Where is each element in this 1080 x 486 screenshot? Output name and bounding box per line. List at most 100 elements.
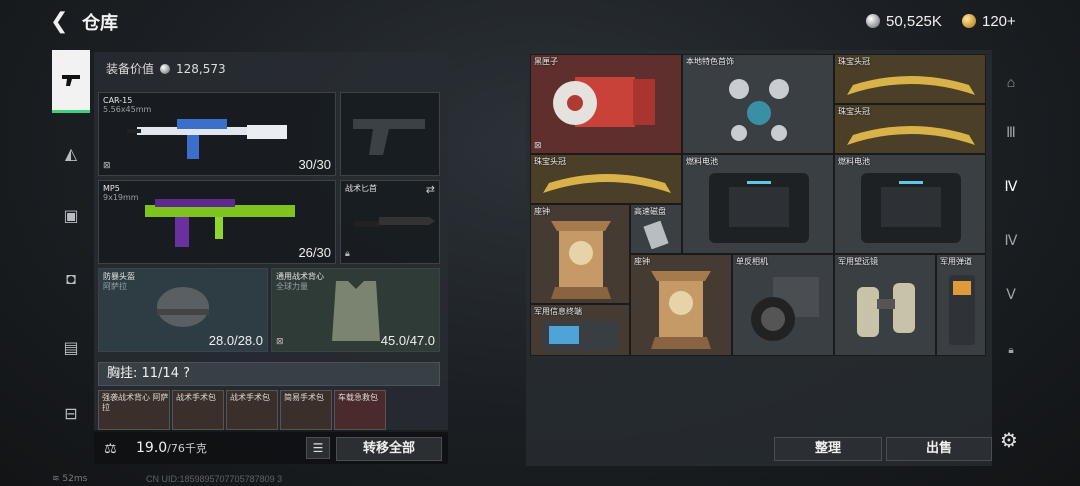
tab-armor[interactable]: ◭ [52,124,90,184]
item-desk-clock[interactable]: 座钟 [530,204,630,304]
silver-coin-icon [160,63,171,74]
item-military-ballistics[interactable]: 军用弹道 [936,254,986,356]
transfer-all-button[interactable]: 转移全部 [336,437,442,461]
ammo-count: 30/30 [298,157,331,172]
fuel-cell-image [709,173,809,243]
durability: 45.0/47.0 [380,333,435,348]
chest-item[interactable]: 战术手术包 [226,390,278,430]
tab-stash-5[interactable]: Ⅴ [994,272,1028,316]
black-box-image [553,77,655,127]
item-jewel-crown[interactable]: 珠宝头冠 [530,154,682,204]
chest-item-label: 强袭战术背心 阿萨拉 [102,393,169,412]
item-black-box[interactable]: 黑匣子 ⊠ [530,54,682,154]
melee-name: 战术匕首 [345,184,377,193]
tab-stash-4b[interactable]: Ⅳ [994,218,1028,262]
swap-icon[interactable]: ⇄ [426,183,435,196]
left-category-tabs: ◭ ▣ ◘ ▤ ⊟ [52,50,92,423]
tab-case[interactable]: ⊟ [52,384,90,444]
item-military-terminal[interactable]: 军用信息终端 [530,304,630,356]
item-fuel-cell[interactable]: 燃料电池 [682,154,834,254]
lock-icon: 🔒︎ [1008,344,1014,356]
item-local-jewelry[interactable]: 本地特色首饰 [682,54,834,154]
tab-pouch[interactable]: ▤ [52,318,90,378]
gold-currency[interactable]: 120+ [962,10,1016,32]
item-label: 单反相机 [736,257,768,266]
insured-icon: ⊠ [276,336,284,346]
case-icon: ⊟ [64,406,78,423]
crown-image [847,76,975,95]
chest-item[interactable]: 战术手术包 [172,390,224,430]
sell-button[interactable]: 出售 [886,437,992,461]
tab-stash-3[interactable]: Ⅲ [994,110,1028,154]
silver-currency: 50,525K [866,10,942,32]
helmet-image [157,287,209,327]
chest-item-label: 战术手术包 [176,393,216,402]
melee-slot[interactable]: 战术匕首 ⇄ 🔒︎ [340,180,440,264]
helmet-slot[interactable]: 防暴头盔 阿萨拉 28.0/28.0 [98,268,268,352]
armor-slot[interactable]: 通用战术背心 全球力量 ⊠ 45.0/47.0 [271,268,440,352]
user-uid: CN UID:1859895707705787809 3 [146,474,283,484]
necklace-image [729,79,789,141]
equip-value: 装备价值 128,573 [106,60,226,77]
clock-image [651,271,711,349]
armor-origin: 全球力量 [276,282,308,291]
tab-stash-home[interactable]: ⌂ [994,60,1028,104]
arch-icon: ⌂ [1006,74,1016,90]
item-dslr-camera[interactable]: 单反相机 [732,254,834,356]
item-label: 军用望远镜 [838,257,878,266]
vest-icon: ◭ [64,146,78,163]
chest-item[interactable]: 车载急救包 [334,390,386,430]
item-label: 珠宝头冠 [534,157,566,166]
list-icon: ☰ [312,441,324,455]
vest-image [332,281,380,341]
item-high-speed-disk[interactable]: 高速磁盘 [630,204,682,254]
backpack-icon: ◘ [66,271,76,288]
item-fuel-cell[interactable]: 燃料电池 [834,154,986,254]
wifi-icon: ≋ [52,474,63,484]
weight-display: 19.0/76千克 [136,440,207,456]
pistol-icon [62,75,80,86]
item-jewel-crown[interactable]: 珠宝头冠 [834,104,986,154]
tab-weapons[interactable] [52,50,90,113]
tab-stash-4[interactable]: Ⅳ [994,164,1028,208]
tab-backpack[interactable]: ◘ [52,250,90,310]
primary-weapon-slot-2[interactable]: MP5 9x19mm 26/30 [98,180,336,264]
primary-weapon-slot-1[interactable]: CAR-15 5.56x45mm ⊠ 30/30 [98,92,336,176]
weight-icon: ⚖ [104,440,117,456]
page-title: 仓库 [82,13,118,34]
ammo-count: 26/30 [298,245,331,260]
insured-icon: ⊠ [103,160,111,170]
pouch-icon: ▤ [63,340,79,357]
sidearm-slot[interactable] [340,92,440,176]
item-label: 珠宝头冠 [838,57,870,66]
fuel-cell-image [861,173,961,243]
tab-stash-locked[interactable]: 🔒︎ [994,328,1028,372]
chest-item[interactable]: 简易手术包 [280,390,332,430]
clock-image [551,221,611,299]
item-desk-clock[interactable]: 座钟 [630,254,732,356]
tab-rig[interactable]: ▣ [52,186,90,246]
back-button[interactable]: ❮ [50,10,72,32]
lock-icon: 🔒︎ [345,248,350,258]
list-view-button[interactable]: ☰ [306,437,330,459]
camera-image [751,277,819,341]
chest-item-label: 简易手术包 [284,393,324,402]
stash-page-icon: Ⅳ [1004,231,1018,248]
ping-value: 52ms [62,474,88,484]
item-label: 燃料电池 [838,157,870,166]
knife-image [355,217,435,227]
weight-current: 19.0 [136,440,168,456]
item-jewel-crown[interactable]: 珠宝头冠 [834,54,986,104]
item-military-binoculars[interactable]: 军用望远镜 [834,254,936,356]
settings-gear-icon[interactable]: ⚙ [1000,428,1018,453]
tidy-button[interactable]: 整理 [774,437,882,461]
item-label: 珠宝头冠 [838,107,870,116]
item-label: 本地特色首饰 [686,57,734,66]
item-label: 军用弹道 [940,257,972,266]
disk-image [643,220,669,249]
stash-page-icon: Ⅴ [1006,285,1016,302]
chest-rig-bar[interactable]: 胸挂: 11/14 ? [98,362,440,386]
stash-page-icon: Ⅲ [1006,123,1016,140]
chest-item[interactable]: 强袭战术背心 阿萨拉 [98,390,170,430]
silver-coin-icon [866,14,880,28]
